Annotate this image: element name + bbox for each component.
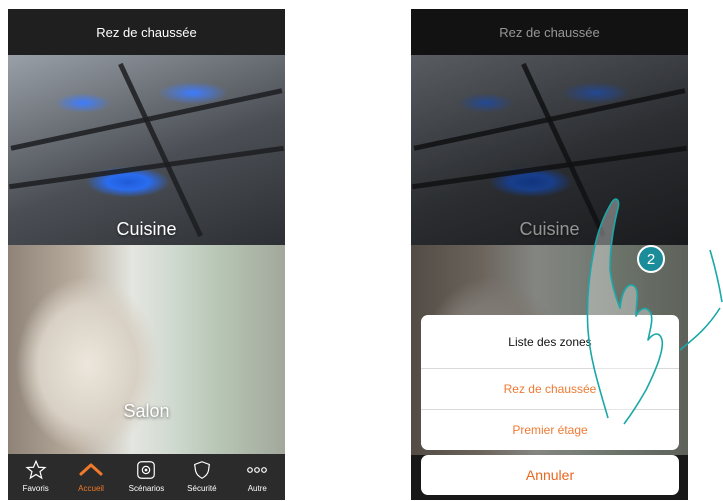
nav-label: Scénarios <box>128 484 165 493</box>
nav-label: Accueil <box>78 484 104 493</box>
nav-label: Sécurité <box>187 484 217 493</box>
nav-favoris[interactable]: Favoris <box>8 454 63 493</box>
room-label: Salon <box>123 401 170 421</box>
scenario-gear-icon <box>137 461 156 479</box>
bottom-nav: Favoris Accueil Scénarios Sécurité Autre <box>8 454 285 500</box>
room-tile-cuisine[interactable]: Cuisine <box>8 55 285 245</box>
step-number-badge: 2 <box>637 245 665 273</box>
floor-header: Rez de chaussée <box>8 9 285 55</box>
nav-label: Autre <box>247 484 267 493</box>
home-icon <box>79 463 103 476</box>
nav-securite[interactable]: Sécurité <box>174 454 229 493</box>
room-tile-salon[interactable]: Salon <box>8 245 285 455</box>
pointing-hand-illustration <box>586 198 723 425</box>
stove-grate-decoration <box>118 62 203 238</box>
star-icon <box>25 459 47 480</box>
room-label: Cuisine <box>116 219 177 239</box>
shield-icon <box>193 461 210 479</box>
home-screen: Rez de chaussée Cuisine Salon Favoris Ac… <box>8 9 285 500</box>
nav-autre[interactable]: Autre <box>230 454 285 493</box>
more-dots-icon <box>247 467 268 473</box>
stove-grate-decoration <box>8 145 285 190</box>
nav-accueil[interactable]: Accueil <box>64 454 119 493</box>
nav-label: Favoris <box>22 484 49 493</box>
cancel-button[interactable]: Annuler <box>421 455 679 495</box>
nav-scenarios[interactable]: Scénarios <box>119 454 174 493</box>
floor-title: Rez de chaussée <box>96 24 197 40</box>
